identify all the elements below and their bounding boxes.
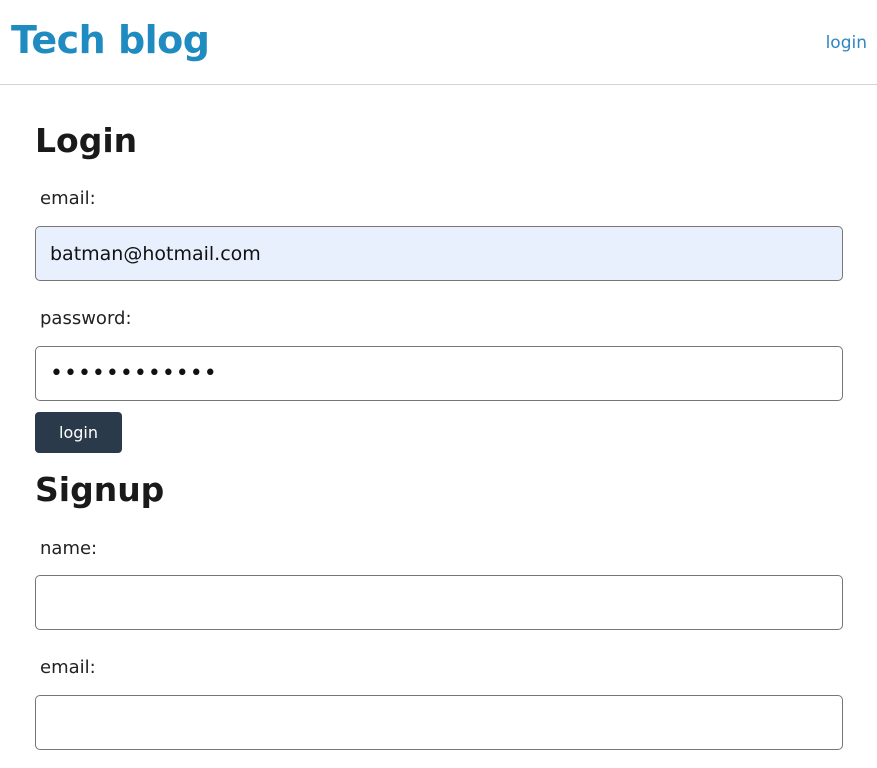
signup-email-input[interactable] [35, 695, 843, 750]
signup-email-label: email: [40, 657, 96, 678]
login-email-label: email: [40, 188, 96, 209]
login-email-input[interactable] [35, 226, 843, 281]
signup-title: Signup [35, 470, 165, 509]
signup-name-input[interactable] [35, 575, 843, 630]
nav-login-link[interactable]: login [826, 32, 867, 54]
login-password-label: password: [40, 308, 132, 329]
brand-title[interactable]: Tech blog [11, 16, 210, 64]
login-button[interactable]: login [35, 412, 122, 453]
login-password-input[interactable] [35, 346, 843, 401]
signup-name-label: name: [40, 538, 98, 559]
top-navbar: Tech blog login [0, 0, 877, 85]
login-title: Login [35, 121, 138, 160]
